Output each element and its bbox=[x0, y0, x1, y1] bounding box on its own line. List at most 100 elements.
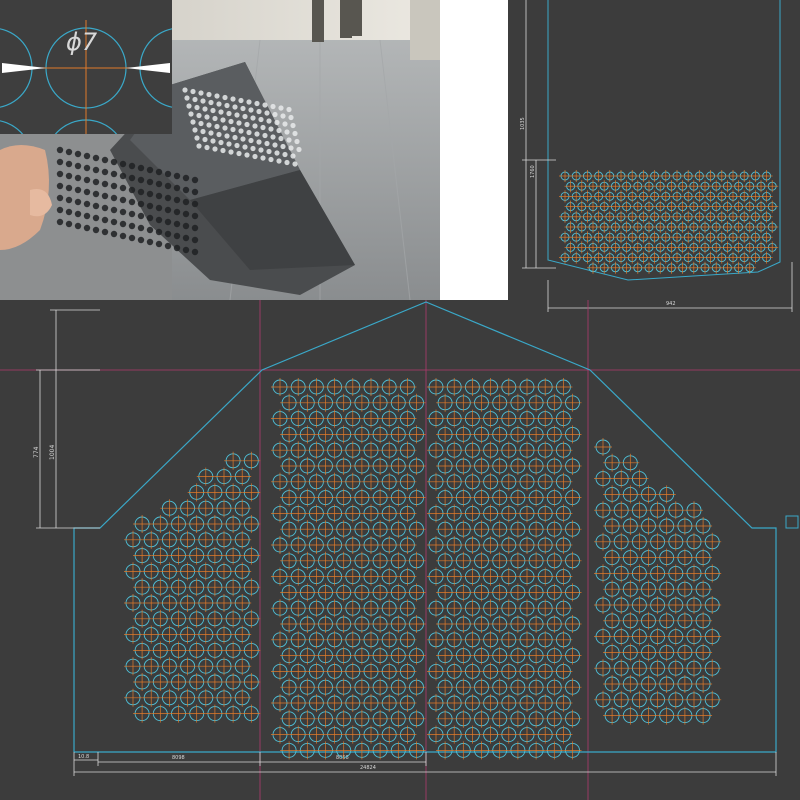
perforation-hole bbox=[575, 180, 588, 193]
perforation-hole bbox=[630, 596, 649, 614]
perforation-hole bbox=[445, 630, 464, 649]
perforation-hole bbox=[682, 231, 695, 244]
perforation-hole bbox=[563, 425, 582, 444]
perforation-hole bbox=[518, 630, 536, 649]
perforation-hole bbox=[620, 241, 633, 254]
perforation-hole bbox=[654, 221, 667, 233]
perforation-hole bbox=[630, 690, 649, 709]
perforation-hole bbox=[160, 499, 179, 518]
perforation-hole bbox=[570, 210, 583, 223]
perforation-hole bbox=[694, 675, 713, 693]
perforation-hole bbox=[666, 564, 685, 583]
perforation-hole bbox=[187, 578, 206, 597]
perforation-hole bbox=[675, 611, 694, 630]
perforation-hole bbox=[280, 457, 299, 475]
panel-outline bbox=[547, 0, 781, 281]
perforation-hole bbox=[648, 690, 667, 709]
perforation-hole bbox=[289, 662, 308, 681]
perforation-hole bbox=[380, 567, 399, 586]
perforation-hole bbox=[721, 200, 734, 213]
perforation-hole bbox=[554, 504, 573, 523]
perforation-hole bbox=[224, 641, 243, 660]
perforation-hole bbox=[463, 409, 482, 428]
perforation-hole bbox=[307, 409, 326, 428]
perforation-hole bbox=[160, 657, 179, 676]
perforation-hole bbox=[343, 725, 362, 744]
perforation-hole bbox=[760, 190, 773, 203]
perforation-hole bbox=[545, 488, 564, 507]
perforation-hole bbox=[630, 469, 649, 488]
perforation-hole bbox=[124, 562, 142, 581]
perforation-hole bbox=[648, 210, 661, 223]
perforation-hole bbox=[472, 583, 491, 602]
perforation-hole bbox=[196, 562, 215, 581]
perforation-hole bbox=[445, 536, 464, 554]
perforation-hole bbox=[536, 409, 555, 428]
perforation-hole bbox=[343, 630, 362, 649]
perforation-hole bbox=[463, 472, 482, 491]
perforation-hole bbox=[389, 583, 408, 602]
perforation-hole bbox=[499, 409, 518, 428]
perforation-hole bbox=[178, 625, 197, 644]
perforation-hole bbox=[133, 609, 152, 628]
perforation-hole bbox=[554, 472, 573, 491]
perforation-hole bbox=[570, 190, 583, 203]
perforation-hole bbox=[694, 611, 713, 630]
perforation-hole bbox=[463, 694, 482, 712]
perforation-hole bbox=[352, 393, 371, 412]
perforation-hole bbox=[637, 251, 650, 264]
perforation-hole bbox=[603, 706, 622, 725]
perforation-hole bbox=[766, 221, 779, 233]
perforation-hole bbox=[685, 501, 703, 520]
perforation-hole bbox=[499, 378, 518, 396]
perforation-hole bbox=[334, 615, 353, 633]
perforation-hole bbox=[631, 221, 644, 233]
dimension-arrow-right bbox=[126, 63, 170, 73]
perforation-hole bbox=[518, 409, 536, 428]
perforation-hole bbox=[371, 741, 390, 760]
perforation-hole bbox=[564, 221, 577, 233]
perforation-hole bbox=[334, 393, 353, 412]
perforation-hole bbox=[620, 261, 633, 274]
perforation-hole bbox=[133, 515, 152, 533]
perforation-hole bbox=[398, 409, 417, 428]
perforation-hole bbox=[545, 520, 564, 539]
perforation-hole bbox=[490, 678, 509, 697]
perforation-hole bbox=[527, 583, 546, 602]
perforation-hole bbox=[603, 643, 622, 662]
perforation-hole bbox=[133, 641, 152, 660]
perforation-hole bbox=[407, 709, 426, 728]
perforation-hole bbox=[362, 378, 380, 396]
perforation-hole bbox=[316, 741, 335, 760]
perforation-hole bbox=[242, 578, 261, 597]
perforation-hole bbox=[307, 567, 326, 586]
perforation-hole bbox=[554, 378, 573, 396]
hole-detail-inset: ϕ7 bbox=[0, 0, 172, 134]
perforation-hole bbox=[481, 441, 500, 460]
perforation-hole bbox=[407, 425, 426, 444]
perforation-hole bbox=[665, 261, 678, 274]
perforation-hole bbox=[738, 170, 751, 182]
perforation-hole bbox=[242, 515, 261, 533]
perforation-hole bbox=[598, 200, 611, 213]
perforation-hole bbox=[445, 694, 464, 712]
perforation-hole bbox=[472, 520, 491, 539]
perforation-hole bbox=[643, 180, 655, 193]
perforation-hole bbox=[518, 694, 536, 712]
perforation-hole bbox=[463, 662, 482, 681]
dim-bottom-total: 24824 bbox=[360, 765, 376, 771]
perforation-hole bbox=[454, 393, 473, 412]
perforation-hole bbox=[639, 643, 658, 662]
perforation-hole bbox=[142, 688, 161, 707]
perforation-hole bbox=[743, 241, 756, 254]
perforation-hole bbox=[648, 501, 667, 520]
perforation-hole bbox=[545, 425, 564, 444]
perforation-hole bbox=[693, 251, 706, 264]
perforation-hole bbox=[687, 221, 700, 233]
perforation-hole bbox=[242, 673, 261, 691]
perforation-hole bbox=[271, 662, 289, 681]
perforation-hole bbox=[187, 704, 206, 723]
perforation-hole bbox=[594, 501, 612, 520]
perforation-hole bbox=[508, 457, 527, 475]
perforation-hole bbox=[603, 548, 622, 567]
